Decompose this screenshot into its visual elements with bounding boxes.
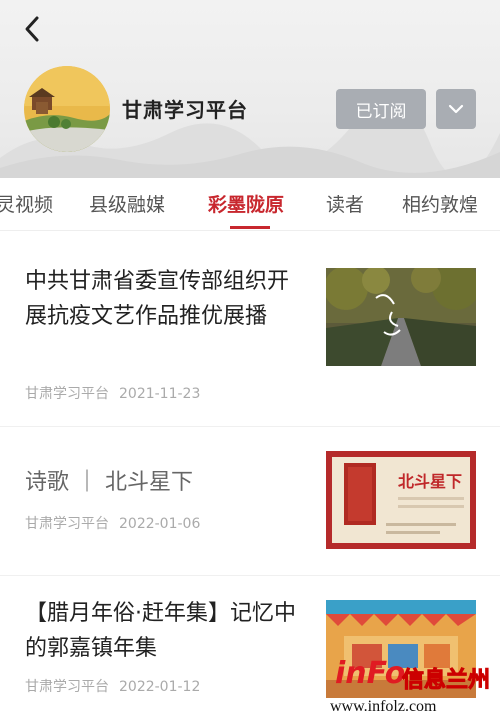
dropdown-button[interactable]: [436, 89, 476, 129]
channel-title: 甘肃学习平台: [122, 98, 248, 122]
article-date: 2022-01-06: [119, 516, 201, 532]
tab-county-media[interactable]: 县级融媒: [89, 190, 165, 217]
article-thumbnail: [326, 268, 476, 366]
tab-caimo-longyuan[interactable]: 彩墨陇原: [208, 190, 284, 217]
article-date: 2022-01-12: [119, 679, 201, 695]
tab-readers[interactable]: 读者: [326, 190, 364, 217]
channel-tabs: 灵视频 县级融媒 彩墨陇原 读者 相约敦煌: [0, 178, 500, 231]
article-title: 诗歌 ｜ 北斗星下: [25, 470, 193, 495]
watermark-url: www.infolz.com: [330, 698, 437, 715]
active-tab-indicator: [230, 226, 270, 229]
back-button[interactable]: [18, 14, 48, 44]
chevron-left-icon: [25, 16, 39, 42]
watermark-logo: inFo: [335, 656, 406, 691]
watermark-name: 信息兰州: [401, 668, 491, 694]
article-meta: 甘肃学习平台 2022-01-06: [25, 513, 200, 533]
article-source: 甘肃学习平台: [25, 386, 109, 402]
article-title: 【腊月年俗·赶年集】记忆中的郭嘉镇年集: [25, 601, 296, 661]
article-meta: 甘肃学习平台 2021-11-23: [25, 383, 200, 403]
avatar-image: [24, 66, 110, 152]
channel-header: 甘肃学习平台 已订阅: [0, 0, 500, 178]
article-item[interactable]: 诗歌 ｜ 北斗星下 甘肃学习平台 2022-01-06 北斗星下: [0, 427, 500, 576]
tab-dunhuang[interactable]: 相约敦煌: [402, 190, 478, 217]
article-source: 甘肃学习平台: [25, 679, 109, 695]
article-title: 中共甘肃省委宣传部组织开展抗疫文艺作品推优展播: [25, 269, 290, 329]
article-date: 2021-11-23: [119, 386, 201, 402]
article-source: 甘肃学习平台: [25, 516, 109, 532]
channel-avatar[interactable]: [24, 66, 110, 152]
tab-video[interactable]: 灵视频: [0, 190, 53, 217]
book-cover-title: 北斗星下: [398, 472, 462, 491]
subscribed-button[interactable]: 已订阅: [336, 89, 426, 129]
article-item[interactable]: 中共甘肃省委宣传部组织开展抗疫文艺作品推优展播 甘肃学习平台 2021-11-23: [0, 231, 500, 427]
chevron-down-icon: [448, 104, 464, 114]
article-meta: 甘肃学习平台 2022-01-12: [25, 676, 200, 696]
street-scene-image: [326, 268, 476, 366]
article-thumbnail: 北斗星下: [326, 451, 476, 549]
book-cover-image: 北斗星下: [326, 451, 476, 549]
site-watermark: inFo 信息兰州 www.infolz.com: [330, 656, 500, 723]
